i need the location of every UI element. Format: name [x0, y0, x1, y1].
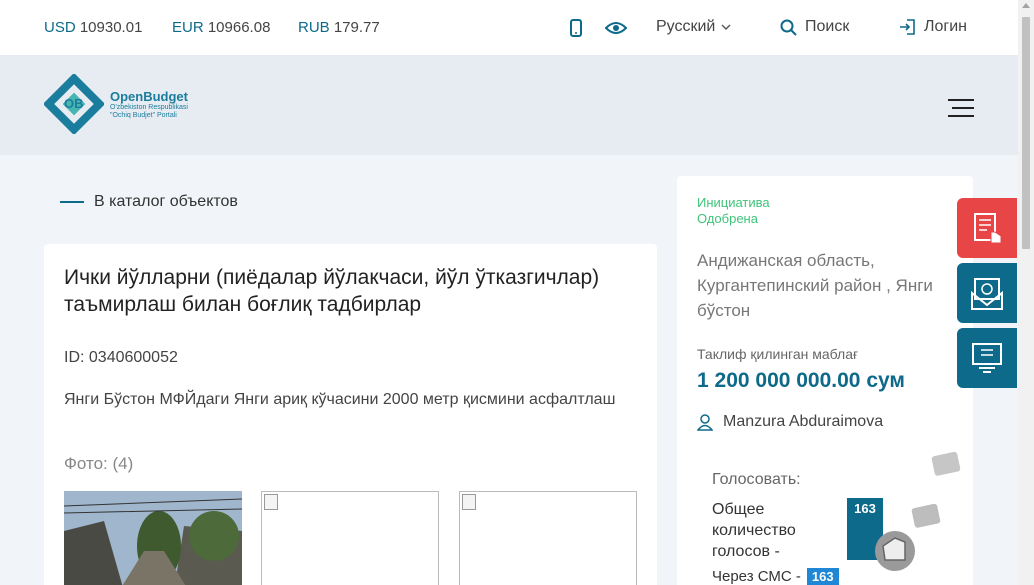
project-id: ID: 0340600052 [64, 349, 178, 366]
login-label: Логин [924, 18, 968, 35]
currency-code: EUR [172, 19, 204, 36]
currency-rate-eur: EUR 10966.08 [172, 19, 270, 36]
svg-text:OB: OB [64, 96, 84, 111]
menu-icon[interactable] [948, 99, 974, 117]
broken-image-icon [462, 494, 476, 510]
computer-question-icon [972, 343, 1002, 373]
status-type: Инициатива [697, 195, 770, 210]
project-side-panel: Инициатива Одобрена Андижанская область,… [677, 176, 973, 585]
openbudget-logo-icon: OB [44, 74, 104, 134]
status-state: Одобрена [697, 211, 758, 226]
user-icon [697, 413, 713, 431]
sms-votes: Через СМС - 163 [712, 568, 839, 585]
money-envelope-icon [971, 278, 1003, 310]
mobile-icon[interactable] [565, 17, 587, 39]
chevron-down-icon [721, 24, 731, 30]
vote-total-label: Общее количество голосов - [712, 501, 796, 560]
eye-icon[interactable] [605, 17, 627, 39]
page-scrollbar[interactable] [1018, 0, 1034, 585]
site-header: OB OpenBudget O'zbekiston Respublikasi "… [0, 55, 1018, 155]
author: Manzura Abduraimova [697, 413, 883, 431]
broken-image-icon [264, 494, 278, 510]
top-bar: USD 10930.01 EUR 10966.08 RUB 179.77 Рус… [0, 0, 1018, 55]
logo-subtitle: O'zbekiston Respublikasi [110, 103, 188, 111]
status-badge: Инициатива Одобрена [697, 195, 770, 227]
sms-count: 163 [806, 568, 839, 585]
submit-application-button[interactable] [957, 198, 1017, 258]
currency-value: 179.77 [333, 19, 380, 36]
photo-thumbnail[interactable] [64, 491, 242, 585]
currency-rate-rub: RUB 179.77 [298, 19, 380, 36]
currency-rate-usd: USD 10930.01 [44, 19, 142, 36]
photo-thumbnail[interactable] [459, 491, 637, 585]
vote-like-icon[interactable] [875, 446, 965, 576]
language-label: Русский [656, 18, 716, 35]
login-icon [900, 19, 915, 35]
sms-label: Через СМС - [712, 568, 801, 585]
amount-label: Таклиф қилинган маблағ [697, 346, 859, 362]
language-selector[interactable]: Русский [656, 18, 731, 36]
amount-value: 1 200 000 000.00 сум [697, 369, 905, 392]
search-label: Поиск [805, 18, 850, 35]
vote-label: Голосовать: [712, 471, 801, 488]
logo-subtitle: "Ochiq Budjet" Portali [110, 111, 177, 119]
back-line-icon [60, 201, 84, 203]
photo-count: Фото: (4) [64, 454, 134, 473]
scrollbar-thumb[interactable] [1022, 17, 1030, 249]
project-region: Андижанская область, Кургантепинский рай… [697, 251, 933, 320]
logo-title: OpenBudget [110, 88, 188, 104]
photo-thumbnail[interactable] [261, 491, 439, 585]
currency-value: 10930.01 [79, 19, 143, 36]
budget-envelope-button[interactable] [957, 263, 1017, 323]
project-description: Янги Бўстон МФЙдаги Янги ариқ кўчасини 2… [64, 391, 616, 408]
back-to-catalog-link[interactable]: В каталог объектов [60, 193, 238, 211]
author-name: Manzura Abduraimova [723, 413, 884, 430]
search-button[interactable]: Поиск [780, 18, 849, 36]
project-card: Ички йўлларни (пиёдалар йўлакчаси, йўл ў… [44, 244, 657, 585]
login-button[interactable]: Логин [898, 18, 967, 36]
help-computer-button[interactable] [957, 328, 1017, 388]
search-icon [780, 19, 797, 36]
application-hand-icon [974, 213, 1002, 244]
logo[interactable]: OB OpenBudget O'zbekiston Respublikasi "… [44, 74, 188, 134]
currency-code: RUB [298, 19, 330, 36]
currency-value: 10966.08 [207, 19, 271, 36]
scroll-up-arrow-icon[interactable] [1022, 3, 1030, 8]
back-link-label: В каталог объектов [94, 193, 238, 210]
currency-code: USD [44, 19, 76, 36]
project-title: Ички йўлларни (пиёдалар йўлакчаси, йўл ў… [64, 266, 600, 316]
